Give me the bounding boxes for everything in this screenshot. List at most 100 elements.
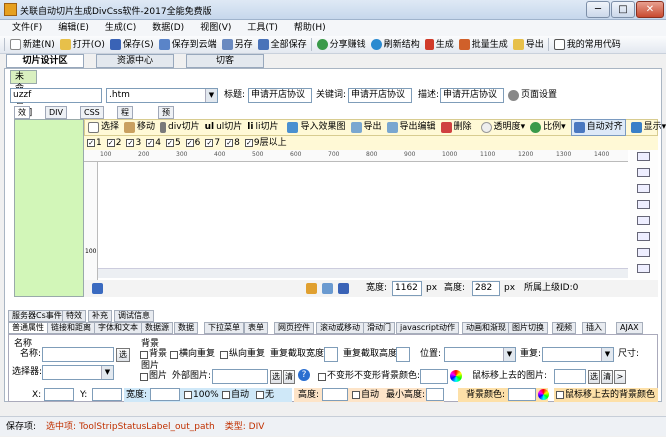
- li-slice-tool[interactable]: li li切片: [247, 120, 278, 135]
- ul-slice-tool[interactable]: ul ul切片: [205, 120, 243, 135]
- save-all-button[interactable]: 全部保存: [257, 36, 307, 54]
- save-as-button[interactable]: 另存: [221, 36, 253, 54]
- tab-effect[interactable]: 效果图: [14, 106, 30, 139]
- generate-button[interactable]: 生成: [424, 36, 454, 54]
- height-auto-check[interactable]: 自动: [352, 388, 379, 402]
- width-100-check[interactable]: 100%: [184, 388, 219, 402]
- keyword-input[interactable]: 申请开店协议: [348, 88, 412, 103]
- tab-server-events[interactable]: 服务器Cs事件: [8, 310, 66, 322]
- external-image-input[interactable]: [212, 369, 268, 384]
- paint-icon[interactable]: [306, 283, 317, 294]
- tab-data[interactable]: 数据: [174, 322, 198, 334]
- min-height-input[interactable]: [426, 388, 444, 401]
- refresh-button[interactable]: 刷新结构: [370, 36, 420, 54]
- repeat-height-input[interactable]: [396, 347, 410, 362]
- menu-edit[interactable]: 编辑(E): [58, 20, 89, 36]
- color-wheel-icon[interactable]: [450, 370, 462, 382]
- position-select[interactable]: ▼: [444, 347, 516, 362]
- menu-tools[interactable]: 工具(T): [247, 20, 278, 36]
- tab-preview[interactable]: 预览: [158, 106, 174, 128]
- select-tool[interactable]: 选择: [88, 120, 119, 135]
- tab-font-text[interactable]: 字体和文本: [94, 322, 142, 334]
- tab-link-spacing[interactable]: 链接和距离: [47, 322, 95, 334]
- tab-scroll-move[interactable]: 滚动或移动: [316, 322, 364, 334]
- share-button[interactable]: 分享赚钱: [316, 36, 366, 54]
- arrow-right-icon[interactable]: [637, 200, 650, 209]
- tab-ajax[interactable]: AJAX: [616, 322, 643, 334]
- arrow-up-icon[interactable]: [637, 152, 650, 161]
- repeat-width-input[interactable]: [324, 347, 338, 362]
- layers-icon[interactable]: [322, 283, 333, 294]
- menu-help[interactable]: 帮助(H): [294, 20, 326, 36]
- opacity-dropdown[interactable]: 透明度 ▾: [480, 120, 525, 135]
- tab-effects[interactable]: 特效: [62, 310, 86, 322]
- tab-slicer[interactable]: 切客: [186, 54, 264, 68]
- tab-div-code[interactable]: DIV代码: [45, 106, 67, 139]
- repeat-select[interactable]: ▼: [542, 347, 614, 362]
- tab-sliding-door[interactable]: 滑动门: [363, 322, 395, 334]
- hover-choose-button[interactable]: 选: [588, 370, 600, 384]
- menu-file[interactable]: 文件(F): [12, 20, 42, 36]
- help-icon[interactable]: ?: [298, 369, 310, 381]
- chevron-right-icon[interactable]: >: [614, 370, 626, 384]
- width-input[interactable]: 1162: [392, 281, 422, 296]
- close-button[interactable]: ✕: [636, 1, 664, 18]
- export-button[interactable]: 导出: [512, 36, 544, 54]
- nodeform-bg-input[interactable]: [420, 369, 448, 384]
- ext-image-choose-button[interactable]: 选: [270, 370, 282, 384]
- tab-javascript[interactable]: javascript动作: [396, 322, 460, 334]
- menu-generate[interactable]: 生成(C): [105, 20, 136, 36]
- tab-supplement[interactable]: 补充: [88, 310, 112, 322]
- export-tool-button[interactable]: 导出: [350, 120, 382, 135]
- height-input[interactable]: 282: [472, 281, 500, 296]
- tab-form[interactable]: 表单: [244, 322, 268, 334]
- ext-image-clear-button[interactable]: 清: [283, 370, 295, 384]
- tab-debug[interactable]: 调试信息: [114, 310, 154, 322]
- common-code-button[interactable]: 我的常用代码: [553, 36, 621, 54]
- scale-dropdown[interactable]: 比例 ▾: [530, 120, 566, 135]
- display-dropdown[interactable]: 显示 ▾: [630, 120, 666, 135]
- tab-general-props[interactable]: 普通属性: [8, 322, 48, 334]
- maximize-button[interactable]: □: [611, 1, 635, 18]
- selector-select[interactable]: ▼: [42, 365, 114, 380]
- bg-color-input[interactable]: [508, 388, 536, 401]
- save-button[interactable]: 保存(S): [109, 36, 154, 54]
- align-center-icon[interactable]: [637, 232, 650, 241]
- x-input[interactable]: [44, 388, 74, 401]
- export-edit-button[interactable]: 导出编辑: [386, 120, 436, 135]
- tab-slice-design[interactable]: 切片设计区: [6, 54, 84, 68]
- minimize-button[interactable]: ─: [586, 1, 610, 18]
- image-check[interactable]: 图片: [140, 369, 167, 384]
- tab-dropdown-menu[interactable]: 下拉菜单: [204, 322, 244, 334]
- tab-insert[interactable]: 插入: [582, 322, 606, 334]
- name-input[interactable]: [42, 347, 114, 362]
- open-button[interactable]: 打开(O): [59, 36, 105, 54]
- repeat-x-check[interactable]: 横向重复: [170, 347, 215, 362]
- div-slice-tool[interactable]: div切片: [160, 120, 200, 135]
- disk-icon[interactable]: [338, 283, 349, 294]
- design-canvas[interactable]: [98, 162, 628, 280]
- tab-animation[interactable]: 动画和渐现: [462, 322, 510, 334]
- tab-video[interactable]: 视频: [552, 322, 576, 334]
- menu-data[interactable]: 数据(D): [152, 20, 184, 36]
- align-left-icon[interactable]: [637, 216, 650, 225]
- hover-bg-check[interactable]: 鼠标移上去的背景颜色: [556, 388, 655, 402]
- move-tool[interactable]: 移动: [124, 120, 155, 135]
- menu-view[interactable]: 视图(V): [200, 20, 231, 36]
- width-prop-input[interactable]: [150, 388, 180, 401]
- page-settings-button[interactable]: 页面设置: [508, 88, 557, 103]
- tab-web-controls[interactable]: 网页控件: [274, 322, 314, 334]
- repeat-y-check[interactable]: 纵向重复: [220, 347, 265, 362]
- height-prop-input[interactable]: [322, 388, 348, 401]
- horizontal-scrollbar[interactable]: [98, 268, 628, 278]
- color-wheel-icon[interactable]: [538, 389, 549, 400]
- hover-image-input[interactable]: [554, 369, 586, 384]
- title-input[interactable]: 申请开店协议: [248, 88, 312, 103]
- distribute-icon[interactable]: [637, 264, 650, 273]
- tab-resource-center[interactable]: 资源中心: [96, 54, 174, 68]
- nodeform-check[interactable]: 不变形: [318, 369, 354, 384]
- filename-input[interactable]: uzzf: [10, 88, 102, 103]
- ruler-tool-icon[interactable]: [92, 283, 103, 294]
- align-right-icon[interactable]: [637, 248, 650, 257]
- tab-datasource[interactable]: 数据源: [141, 322, 173, 334]
